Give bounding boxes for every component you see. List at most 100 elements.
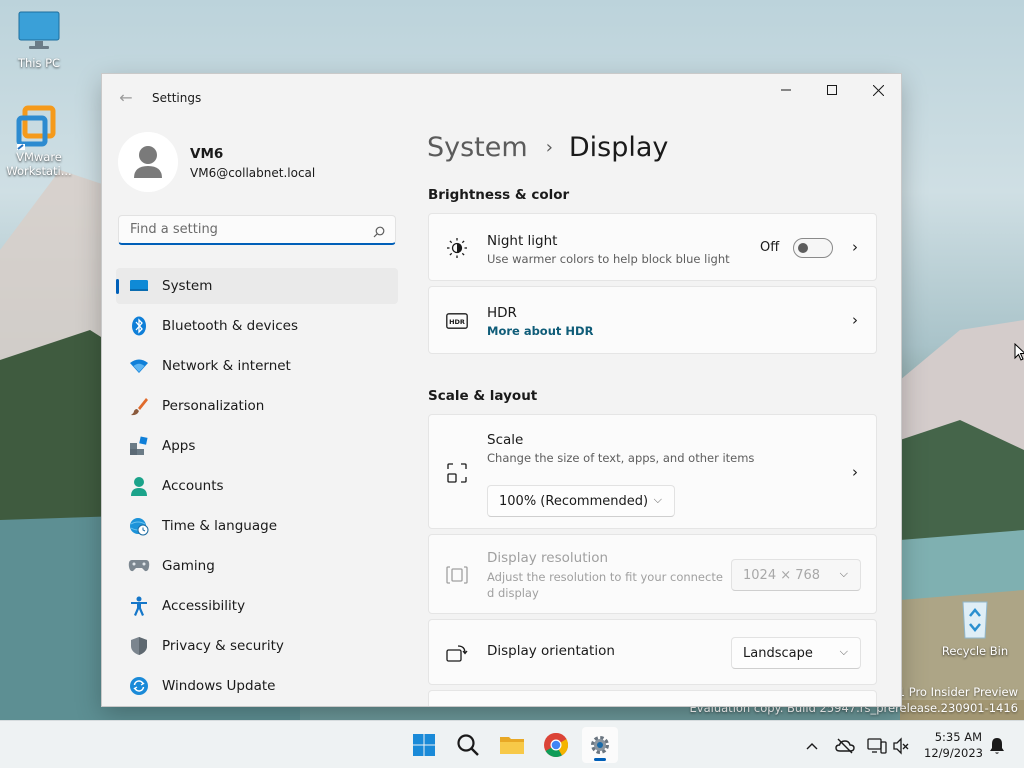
- cloud-offline-icon: [835, 738, 855, 754]
- search-icon[interactable]: [373, 223, 385, 242]
- settings-icon: [591, 736, 609, 754]
- show-hidden-icons-button[interactable]: [801, 735, 823, 757]
- sidebar-item-label: Accessibility: [162, 598, 246, 614]
- taskbar-file-explorer[interactable]: [494, 727, 530, 763]
- desktop-icon-this-pc[interactable]: This PC: [4, 10, 74, 70]
- display-resolution-title: Display resolution: [487, 550, 609, 566]
- taskbar-settings[interactable]: [582, 727, 618, 763]
- sidebar-item-network-internet[interactable]: Network & internet: [116, 348, 398, 384]
- close-icon: [872, 84, 884, 96]
- display-resolution-card: Display resolution Adjust the resolution…: [428, 534, 877, 614]
- chevron-up-icon: [806, 743, 818, 750]
- profile-email: VM6@collabnet.local: [190, 166, 316, 180]
- chevron-right-icon: ›: [852, 311, 858, 329]
- sidebar-item-system[interactable]: System: [116, 268, 398, 304]
- section-title-brightness: Brightness & color: [428, 187, 570, 203]
- sidebar-item-apps[interactable]: Apps: [116, 428, 398, 464]
- hdr-card[interactable]: HDR HDR More about HDR ›: [428, 286, 877, 354]
- back-button[interactable]: ←: [116, 88, 136, 108]
- scale-card[interactable]: Scale Change the size of text, apps, and…: [428, 414, 877, 529]
- sidebar-item-gaming[interactable]: Gaming: [116, 548, 398, 584]
- chevron-right-icon: ›: [545, 137, 553, 158]
- page-title: Display: [568, 132, 669, 163]
- desktop-icon-recycle-bin[interactable]: Recycle Bin: [940, 598, 1010, 658]
- file-explorer-icon: [500, 737, 524, 754]
- recycle-bin-icon: [951, 598, 999, 640]
- display-orientation-card[interactable]: Display orientation Landscape ⌵: [428, 619, 877, 685]
- user-avatar-icon: [118, 132, 178, 192]
- sidebar-item-windows-update[interactable]: Windows Update: [116, 668, 398, 704]
- accessibility-icon: [128, 595, 150, 617]
- minimize-button[interactable]: [763, 74, 809, 106]
- more-about-hdr-link[interactable]: More about HDR: [487, 324, 593, 338]
- chevron-down-icon: ⌵: [653, 493, 662, 506]
- taskbar-search-button[interactable]: [450, 727, 486, 763]
- start-icon: [413, 734, 435, 756]
- onedrive-tray[interactable]: [834, 735, 856, 757]
- display-orientation-title: Display orientation: [487, 643, 615, 659]
- close-button[interactable]: [855, 74, 901, 106]
- search-box[interactable]: [118, 215, 396, 245]
- monitor-icon: [15, 10, 63, 52]
- search-input[interactable]: [128, 221, 362, 238]
- orientation-dropdown[interactable]: Landscape ⌵: [731, 637, 861, 669]
- desktop-icon-vmware[interactable]: VMware Workstati...: [4, 104, 74, 178]
- orientation-dropdown-value: Landscape: [743, 646, 813, 661]
- taskbar-clock[interactable]: 5:35 AM 12/9/2023: [924, 729, 983, 761]
- bell-icon: [990, 738, 1004, 754]
- user-profile[interactable]: VM6 VM6@collabnet.local: [118, 130, 388, 194]
- clock-date: 12/9/2023: [924, 746, 983, 760]
- sidebar-item-personalization[interactable]: Personalization: [116, 388, 398, 424]
- sidebar-item-label: Accounts: [162, 478, 224, 494]
- chevron-down-icon: ⌵: [839, 567, 848, 580]
- breadcrumb-parent[interactable]: System: [427, 132, 528, 163]
- maximize-icon: [827, 85, 837, 95]
- sidebar-item-bluetooth-devices[interactable]: Bluetooth & devices: [116, 308, 398, 344]
- scale-dropdown-value: 100% (Recommended): [499, 494, 649, 509]
- sidebar-item-time-language[interactable]: Time & language: [116, 508, 398, 544]
- watermark-edition: 11 Pro Insider Preview: [890, 685, 1018, 699]
- person-icon: [128, 475, 150, 497]
- network-tray[interactable]: [866, 735, 888, 757]
- bluetooth-icon: [128, 315, 150, 337]
- settings-window: ← Settings VM6 VM6@collabnet.local Find …: [102, 74, 901, 706]
- night-light-state: Off: [760, 240, 780, 255]
- title-bar[interactable]: ← Settings: [102, 74, 901, 122]
- volume-tray[interactable]: [890, 735, 912, 757]
- sidebar-item-label: Gaming: [162, 558, 215, 574]
- sidebar-nav: System Bluetooth & devices Network & int…: [116, 268, 398, 706]
- desktop-icon-label: Recycle Bin: [941, 644, 1009, 658]
- scale-dropdown[interactable]: 100% (Recommended) ⌵: [487, 485, 675, 517]
- hdr-icon: HDR: [445, 309, 469, 333]
- window-title: Settings: [152, 91, 202, 105]
- next-settings-card[interactable]: [428, 690, 877, 706]
- sidebar-item-label: System: [162, 278, 213, 294]
- hdr-title: HDR: [487, 305, 517, 321]
- night-light-subtitle: Use warmer colors to help block blue lig…: [487, 252, 730, 266]
- maximize-button[interactable]: [809, 74, 855, 106]
- night-light-card[interactable]: Night light Use warmer colors to help bl…: [428, 213, 877, 281]
- sidebar-item-accounts[interactable]: Accounts: [116, 468, 398, 504]
- clock-time: 5:35 AM: [934, 730, 982, 744]
- sidebar-item-label: Network & internet: [162, 358, 291, 374]
- taskbar: 5:35 AM 12/9/2023: [0, 720, 1024, 768]
- sidebar-item-accessibility[interactable]: Accessibility: [116, 588, 398, 624]
- sidebar-item-label: Time & language: [162, 518, 278, 534]
- start-button[interactable]: [406, 727, 442, 763]
- sidebar-item-privacy-security[interactable]: Privacy & security: [116, 628, 398, 664]
- chevron-right-icon: ›: [852, 238, 858, 256]
- night-light-toggle[interactable]: [793, 238, 833, 258]
- wifi-icon: [128, 355, 150, 377]
- brush-icon: [128, 395, 150, 417]
- avatar: [118, 132, 178, 192]
- vmware-icon: [15, 104, 63, 150]
- chevron-down-icon: ⌵: [839, 645, 848, 658]
- gamepad-icon: [128, 555, 150, 577]
- sidebar-item-label: Privacy & security: [162, 638, 284, 654]
- taskbar-chrome[interactable]: [538, 727, 574, 763]
- svg-text:HDR: HDR: [449, 318, 465, 326]
- update-icon: [128, 675, 150, 697]
- notifications-button[interactable]: [986, 735, 1008, 757]
- search-icon: [457, 734, 479, 756]
- night-light-title: Night light: [487, 233, 558, 249]
